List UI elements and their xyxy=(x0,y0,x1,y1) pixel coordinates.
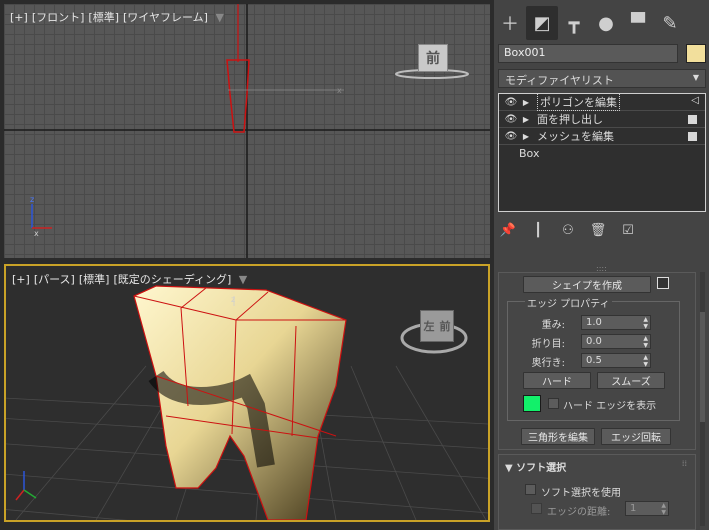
remove-modifier-icon[interactable]: 🗑 xyxy=(588,223,608,238)
edge-distance-label: エッジの距離: xyxy=(547,507,611,518)
viewport-perspective-label[interactable]: [+] [パース] [標準] [既定のシェーディング] ▼ xyxy=(12,271,251,287)
spinner-arrows-icon[interactable]: ▲ ▼ xyxy=(643,316,648,330)
crease-label: 折り目: xyxy=(531,339,565,350)
modifier-stack[interactable]: 👁 ▶ ポリゴンを編集 ◁ 👁 ▶ 面を押し出し 👁 ▶ メッシュを編集 Box xyxy=(498,93,706,212)
soft-selection-rollout: ▼ ソフト選択 ⁞⁞ ソフト選択を使用 エッジの距離: 1 ▲ ▼ xyxy=(498,454,696,530)
configure-sets-icon[interactable]: ☑ xyxy=(618,223,638,238)
stack-item-face-extrude[interactable]: 👁 ▶ 面を押し出し xyxy=(499,111,705,128)
weight-value[interactable]: 1.0 xyxy=(586,317,602,328)
make-shape-button[interactable]: シェイプを作成 xyxy=(523,276,651,293)
pin-triangle-icon: ◁ xyxy=(691,95,699,106)
tab-create-icon[interactable]: ＋ xyxy=(494,6,526,40)
edge-distance-value[interactable]: 1 xyxy=(630,503,636,514)
object-name-field[interactable]: Box001 xyxy=(498,44,678,63)
viewport-shade-label[interactable]: [既定のシェーディング] xyxy=(113,273,231,286)
command-panel-tabs: ＋ ◩ ┳ ● ▀ ✎ xyxy=(494,6,709,40)
svg-text:z: z xyxy=(30,195,34,204)
spinner-arrows-icon[interactable]: ▲ ▼ xyxy=(643,335,648,349)
tab-hierarchy-icon[interactable]: ┳ xyxy=(558,6,590,40)
modifier-state-box-icon xyxy=(688,115,697,124)
show-end-result-icon[interactable]: ┃ xyxy=(528,223,548,238)
edge-color-swatch[interactable] xyxy=(523,395,541,412)
panel-scrollbar[interactable] xyxy=(700,272,705,526)
viewcube-face-front[interactable]: 前 xyxy=(440,318,451,334)
turn-edge-button[interactable]: エッジ回転 xyxy=(601,428,671,445)
perspective-geometry: z xyxy=(6,285,488,520)
eye-icon[interactable]: 👁 xyxy=(503,114,519,125)
tab-utilities-icon[interactable]: ✎ xyxy=(654,6,686,40)
modifier-list-dropdown[interactable]: モディファイヤリスト ▼ xyxy=(498,69,706,88)
panel-scrollbar-thumb[interactable] xyxy=(700,312,705,422)
object-color-swatch[interactable] xyxy=(686,44,706,63)
stack-item-label: 面を押し出し xyxy=(537,113,603,126)
viewcube[interactable]: 前 xyxy=(418,44,448,72)
depth-label: 奥行き: xyxy=(531,358,565,369)
svg-text:x: x xyxy=(337,86,342,95)
crease-spinner[interactable]: 0.0 ▲ ▼ xyxy=(581,334,651,349)
tab-motion-icon[interactable]: ● xyxy=(590,6,622,40)
settings-box-icon[interactable] xyxy=(657,277,669,289)
soft-selection-title[interactable]: ▼ ソフト選択 xyxy=(505,459,566,474)
viewport-perspective[interactable]: z [+] [パース] [標準] [既定のシェーディング] ▼ 左前 xyxy=(4,264,490,522)
viewport-menu-plus[interactable]: [+] xyxy=(12,273,30,286)
stack-item-label: メッシュを編集 xyxy=(537,130,614,143)
weight-spinner[interactable]: 1.0 ▲ ▼ xyxy=(581,315,651,330)
viewport-front[interactable]: [+] [フロント] [標準] [ワイヤフレーム] ▼ x z x 前 xyxy=(4,4,490,258)
filter-icon[interactable]: ▼ xyxy=(239,273,247,286)
hard-button[interactable]: ハード xyxy=(523,372,591,389)
viewcube-face-left[interactable]: 左 xyxy=(424,318,435,334)
front-view-geometry: x z x xyxy=(4,4,490,258)
pin-stack-icon[interactable]: 📌 xyxy=(498,223,518,238)
tab-display-icon[interactable]: ▀ xyxy=(622,6,654,40)
expand-triangle-icon[interactable]: ▶ xyxy=(519,132,533,141)
edge-distance-spinner[interactable]: 1 ▲ ▼ xyxy=(625,501,669,516)
expand-triangle-icon[interactable]: ▶ xyxy=(519,115,533,124)
edge-properties-title: エッジ プロパティ xyxy=(525,295,612,310)
spinner-arrows-icon[interactable]: ▲ ▼ xyxy=(661,502,666,516)
stack-toolbar: 📌 ┃ ⚇ 🗑 ☑ xyxy=(498,220,706,240)
soft-selection-title-text: ソフト選択 xyxy=(516,463,567,474)
svg-text:z: z xyxy=(231,295,235,304)
edge-distance-checkbox[interactable] xyxy=(531,503,542,514)
svg-text:x: x xyxy=(34,229,39,238)
make-unique-icon[interactable]: ⚇ xyxy=(558,223,578,238)
viewcube[interactable]: 左前 xyxy=(420,310,454,342)
stack-item-edit-poly[interactable]: 👁 ▶ ポリゴンを編集 ◁ xyxy=(499,93,705,111)
crease-value[interactable]: 0.0 xyxy=(586,336,602,347)
smooth-button[interactable]: スムーズ xyxy=(597,372,665,389)
weight-label: 重み: xyxy=(541,320,565,331)
eye-icon[interactable]: 👁 xyxy=(503,131,519,142)
spinner-arrows-icon[interactable]: ▲ ▼ xyxy=(643,354,648,368)
edit-triangulation-button[interactable]: 三角形を編集 xyxy=(521,428,595,445)
depth-spinner[interactable]: 0.5 ▲ ▼ xyxy=(581,353,651,368)
modifier-list-label: モディファイヤリスト xyxy=(505,74,614,87)
rollout-grip-icon[interactable]: ⁞⁞ xyxy=(682,459,687,468)
stack-item-edit-mesh[interactable]: 👁 ▶ メッシュを編集 xyxy=(499,128,705,145)
edit-geometry-rollout: シェイプを作成 エッジ プロパティ 重み: 1.0 ▲ ▼ 折り目: 0.0 ▲ ▼… xyxy=(498,272,696,450)
stack-item-box[interactable]: Box xyxy=(499,145,705,162)
tab-modify-icon[interactable]: ◩ xyxy=(526,6,558,40)
show-hard-edges-label: ハード エッジを表示 xyxy=(563,401,657,412)
expand-triangle-icon[interactable]: ▶ xyxy=(519,98,533,107)
use-soft-selection-label: ソフト選択を使用 xyxy=(541,488,621,499)
viewport-std-label[interactable]: [標準] xyxy=(79,273,110,286)
eye-icon[interactable]: 👁 xyxy=(503,97,519,108)
command-panel: ＋ ◩ ┳ ● ▀ ✎ Box001 モディファイヤリスト ▼ 👁 ▶ ポリゴン… xyxy=(494,0,709,530)
show-hard-edges-checkbox[interactable] xyxy=(548,398,559,409)
stack-item-label: ポリゴンを編集 xyxy=(537,93,620,111)
viewport-view-label[interactable]: [パース] xyxy=(34,273,75,286)
dropdown-arrow-icon: ▼ xyxy=(692,73,699,82)
modifier-state-box-icon xyxy=(688,132,697,141)
use-soft-selection-checkbox[interactable] xyxy=(525,484,536,495)
depth-value[interactable]: 0.5 xyxy=(586,355,602,366)
